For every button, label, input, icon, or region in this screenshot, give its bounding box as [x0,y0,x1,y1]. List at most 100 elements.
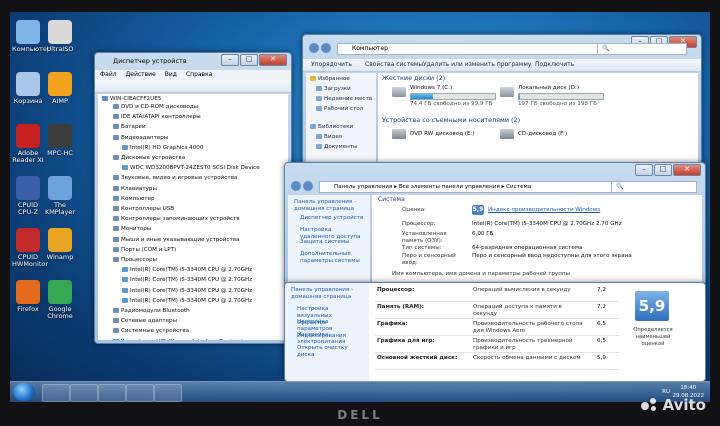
toolbar-button[interactable]: Упорядочить [311,59,352,71]
desktop-icon[interactable]: Компьютер [12,20,51,53]
tree-node[interactable]: Мыши и иные указывающие устройства [113,236,240,244]
desktop-icon[interactable]: CPUID HWMonitor [12,228,48,268]
task-link[interactable]: Панель управления - домашняя страница [294,199,366,213]
desktop-icon[interactable]: CPUID CPU-Z [12,176,44,216]
tree-node[interactable]: Intel(R) HD Graphics 4000 [122,144,203,152]
desktop-icon[interactable]: Winamp [44,228,76,261]
clock-time[interactable]: 18:40 [673,384,705,392]
desktop-icon[interactable]: Firefox [12,280,44,313]
back-button[interactable] [291,181,301,191]
rating-link[interactable]: Индекс производительности Windows [488,207,600,214]
address-bar[interactable]: Панель управления ▸ Все элементы панели … [319,181,615,193]
hdd-group-header[interactable]: Жесткие диски (2) [382,75,445,82]
nav-item[interactable]: Библиотеки [310,124,353,131]
back-button[interactable] [309,43,319,53]
system-tasks[interactable]: Панель управления - домашняя страница Дис… [288,195,370,282]
tree-node[interactable]: Контроллеры запоминающих устройств [113,216,240,223]
tree-node[interactable]: Процессоры [113,257,157,264]
tree-node[interactable]: IDE ATA/ATAPI контроллеры [113,114,201,121]
taskbar-media-button[interactable] [126,384,154,402]
desktop-icon[interactable]: Корзина [12,72,44,105]
tree-node[interactable]: Звуковые, видео и игровые устройства [113,175,237,182]
tree-node[interactable]: Intel(R) Core(TM) i5-3340M CPU @ 2.70GHz [122,297,252,305]
minimize-button[interactable]: – [635,164,653,176]
tree-node[interactable]: Устройства HID (Human Interface Devices) [113,338,243,340]
tree-node[interactable]: Батареи [113,124,146,131]
task-link[interactable]: Защита системы [300,239,366,246]
tree-node[interactable]: DVD и CD-ROM дисководы [113,104,198,111]
maximize-button[interactable]: □ [654,164,672,176]
removable-group-header[interactable]: Устройства со съемными носителями (2) [382,117,520,124]
toolbar-button[interactable]: Удалить или изменить программу [423,59,531,71]
start-button[interactable] [13,383,35,401]
close-button[interactable]: ✕ [259,54,287,66]
device-manager-menubar[interactable]: Файл Действие Вид Справка [95,70,291,80]
taskbar-ie-button[interactable] [42,384,70,402]
device-manager-window[interactable]: Диспетчер устройств – □ ✕ Файл Действие Вид С… [94,52,292,344]
search-input[interactable]: 🔍 [611,181,697,193]
task-link[interactable]: Настройка электропитания [297,332,363,346]
search-input[interactable]: 🔍 [597,43,687,55]
tree-node[interactable]: WDC WD3200BPVT-24ZEST0 SCSI Disk Device [122,165,260,172]
taskbar-device-manager-button[interactable] [154,384,182,402]
desktop-icon[interactable]: Google Chrome [44,280,76,320]
nav-item[interactable]: Рабочий стол [316,106,363,113]
task-link[interactable]: Открыть очистку диска [297,345,363,359]
language-indicator[interactable]: RU [662,388,670,396]
removable-drive-name[interactable]: DVD RW дисковод (E:) [410,131,475,138]
maximize-button[interactable]: □ [240,54,258,66]
device-manager-toolbar[interactable] [95,80,291,93]
tree-node[interactable]: Порты (COM и LPT) [113,246,176,254]
drive-name[interactable]: Windows 7 (C:) [410,85,452,92]
menu-item[interactable]: Справка [186,70,212,80]
desktop-icon[interactable]: Adobe Reader XI [12,124,44,164]
system-window[interactable]: – □ ✕ Панель управления ▸ Все элементы пан… [284,162,706,286]
nav-item[interactable]: Документы [316,144,357,151]
taskbar-explorer-button[interactable] [70,384,98,402]
close-button[interactable]: ✕ [673,164,701,176]
tree-node[interactable]: Мониторы [113,226,151,233]
task-link[interactable]: Панель управления - домашняя страница [291,287,363,301]
removable-drive-name[interactable]: CD-дисковод (F:) [518,131,567,138]
window-controls[interactable]: – □ ✕ [635,164,701,176]
menu-item[interactable]: Действие [126,70,156,80]
drive-name[interactable]: Локальный диск (D:) [518,85,579,92]
tree-node[interactable]: Intel(R) Core(TM) i5-3340M CPU @ 2.70GHz [122,277,252,284]
tree-node[interactable]: Intel(R) Core(TM) i5-3340M CPU @ 2.70GHz [122,267,252,274]
window-controls[interactable]: – □ ✕ [221,54,287,66]
toolbar-button[interactable]: Свойства системы [365,59,423,71]
tree-root[interactable]: WIN-CIEACFF2UE5 [102,96,161,103]
toolbar-button[interactable]: Подключить [535,59,574,71]
tree-node[interactable]: Контроллеры USB [113,206,174,213]
nav-item[interactable]: Избранное [310,76,350,83]
desktop-icon[interactable]: MPC-HC [44,124,76,157]
desktop-icon[interactable]: AIMP [44,72,76,105]
tree-node[interactable]: Клавиатуры [113,185,157,193]
tree-node[interactable]: Сетевые адаптеры [113,318,177,325]
forward-button[interactable] [303,181,313,191]
explorer-toolbar[interactable]: Упорядочить Свойства системы Удалить или и… [303,59,701,72]
nav-item[interactable]: Загрузки [316,86,351,93]
task-link[interactable]: Диспетчер устройств [300,215,366,222]
tree-node[interactable]: Видеоадаптеры [113,134,168,142]
menu-item[interactable]: Файл [100,70,117,80]
forward-button[interactable] [321,43,331,53]
nav-item[interactable]: Недавние места [316,96,372,103]
tree-node-label: Intel(R) Core(TM) i5-3340M CPU @ 2.70GHz [130,277,253,284]
tree-node[interactable]: Intel(R) Core(TM) i5-3340M CPU @ 2.70GHz [122,287,252,295]
address-bar[interactable]: Компьютер [337,43,603,55]
task-link[interactable]: Дополнительные параметры системы [300,251,366,265]
desktop-icon[interactable]: UltraISO [44,20,76,53]
performance-tasks[interactable]: Панель управления - домашняя страница Нас… [285,283,369,381]
menu-item[interactable]: Вид [165,70,177,80]
minimize-button[interactable]: – [221,54,239,66]
tree-node[interactable]: Дисковые устройства [113,155,185,162]
nav-item[interactable]: Видео [316,134,342,141]
tree-node[interactable]: Радиомодули Bluetooth [113,308,190,315]
performance-window[interactable]: Панель управления - домашняя страница Нас… [284,282,706,382]
tree-node[interactable]: Системные устройства [113,328,189,335]
desktop-icon[interactable]: The KMPlayer [44,176,76,216]
tree-node[interactable]: Компьютер [113,195,155,203]
taskbar-chrome-button[interactable] [98,384,126,402]
device-tree[interactable]: WIN-CIEACFF2UE5 DVD и CD-ROM дисководы ID… [98,94,288,340]
